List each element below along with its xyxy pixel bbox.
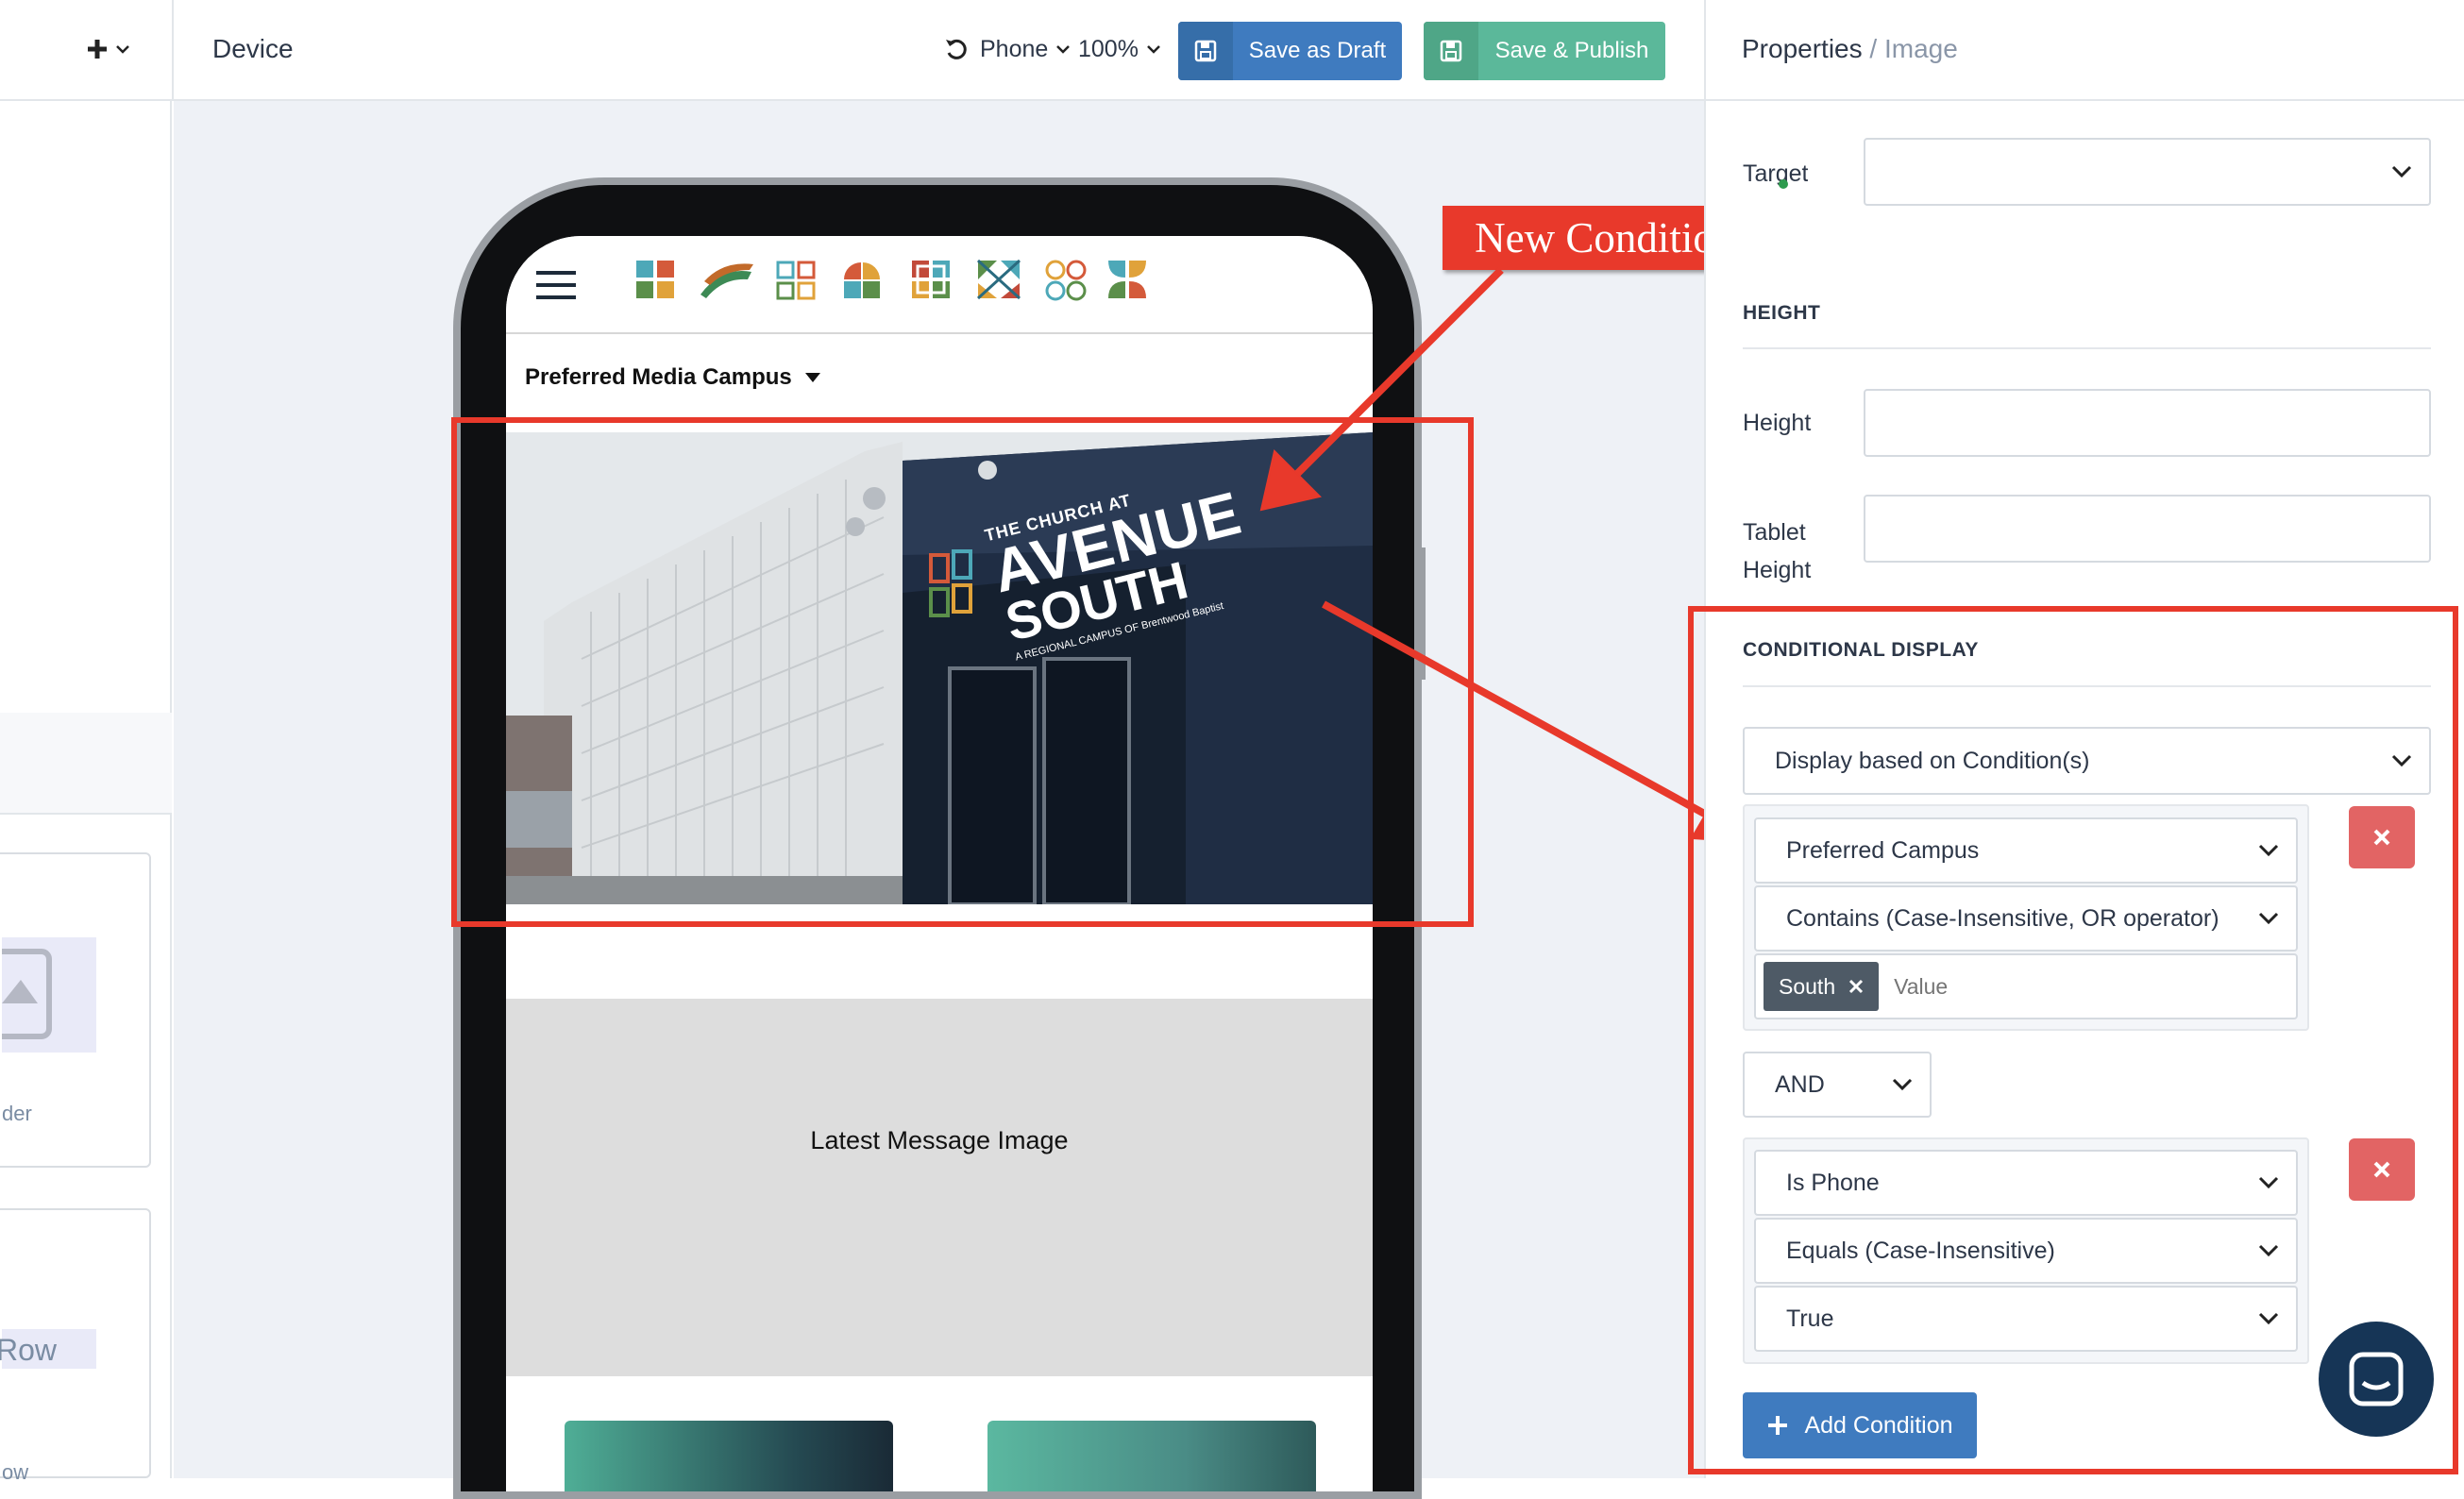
target-tab-select[interactable] [1864,138,2431,206]
status-dot [1779,179,1788,189]
breadcrumb-current: Image [1883,34,1958,63]
height-input[interactable] [1864,389,2431,457]
breadcrumb-separator: / [1869,34,1878,63]
tablet-height-input[interactable] [1864,495,2431,563]
height-label: Height [1743,410,1812,436]
tablet-height-label-line-2: Height [1743,557,1812,583]
target-tab-label: Target Tab [1743,155,1808,200]
breadcrumb-root[interactable]: Properties [1742,34,1863,63]
target-tab-label-line-2: Tab [1743,193,1808,200]
height-section-title: HEIGHT [1743,302,1821,324]
properties-header: Properties / Image [1704,0,2464,101]
chevron-down-icon [2391,165,2412,178]
chat-icon [2349,1352,2404,1406]
tablet-height-label: Tablet Height [1743,514,1811,589]
breadcrumb: Properties / Image [1742,34,1958,64]
target-tab-label-line-1: Target [1743,160,1809,187]
chat-support-button[interactable] [2319,1322,2434,1437]
tablet-height-label-line-1: Tablet [1743,519,1806,546]
section-divider [1743,347,2431,349]
